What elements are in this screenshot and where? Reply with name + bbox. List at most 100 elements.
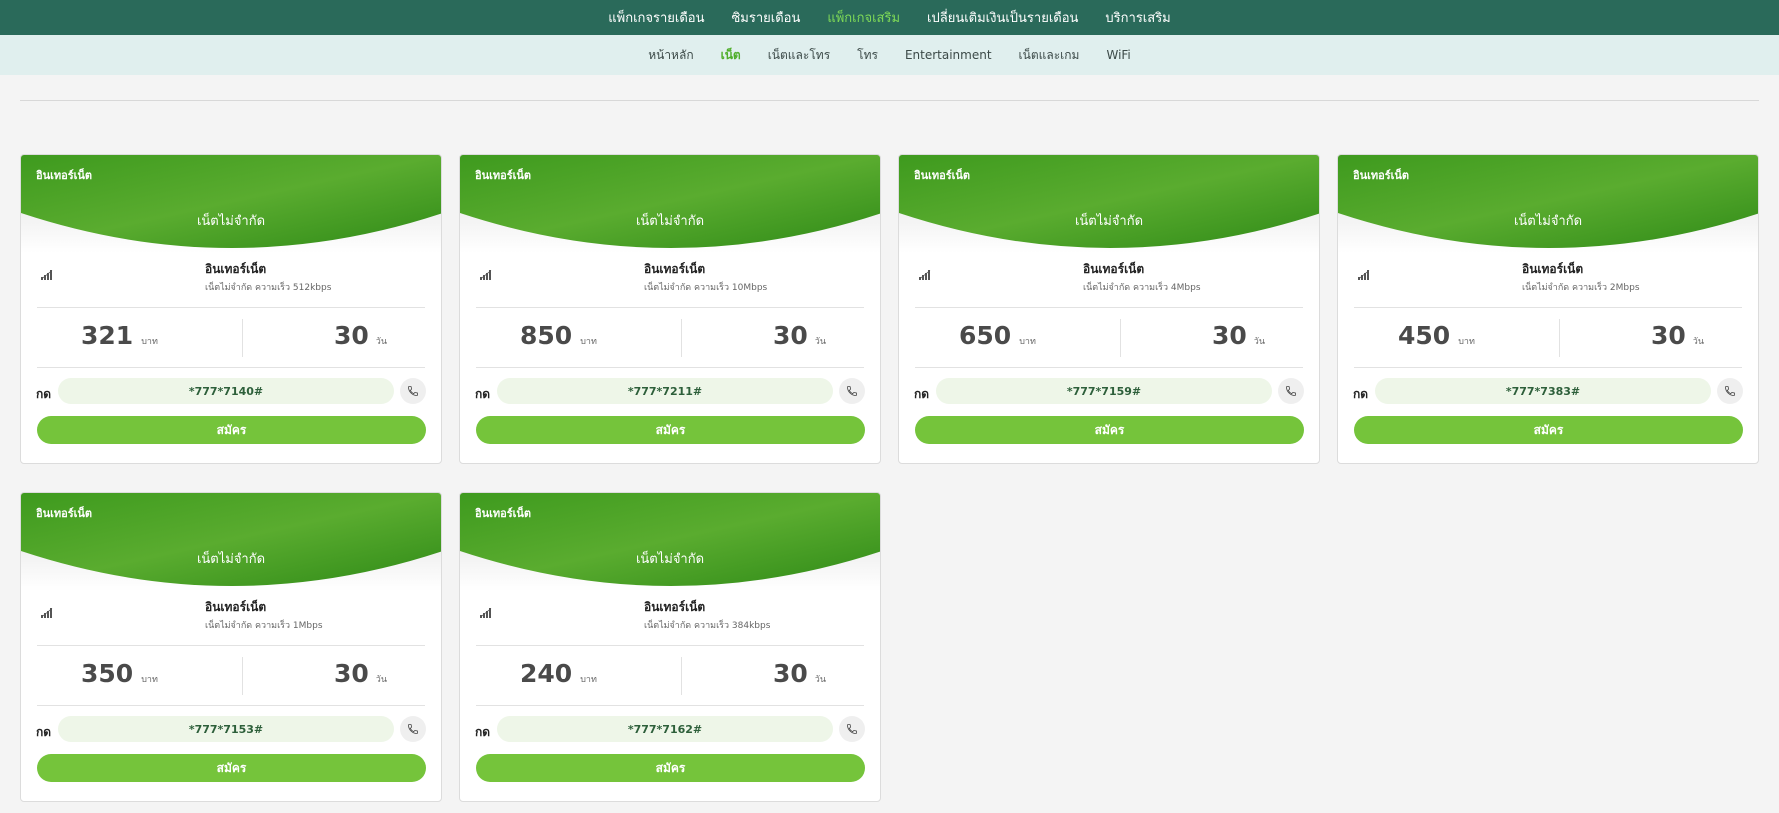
- divider: [242, 319, 243, 357]
- card-header: อินเทอร์เน็ต เน็ตไม่จำกัด: [21, 493, 441, 591]
- signup-button[interactable]: สมัคร: [37, 416, 426, 444]
- card-tag: อินเทอร์เน็ต: [914, 169, 971, 182]
- call-button[interactable]: [1278, 378, 1304, 404]
- divider: [476, 307, 864, 308]
- subnav-tab-2[interactable]: เน็ตและโทร: [768, 46, 830, 65]
- price: 350 บาท: [81, 659, 158, 688]
- signup-button[interactable]: สมัคร: [476, 416, 865, 444]
- validity-unit: วัน: [814, 337, 827, 347]
- divider: [37, 645, 425, 646]
- topnav-item-2[interactable]: แพ็กเกจเสริม: [827, 7, 900, 28]
- topnav-item-3[interactable]: เปลี่ยนเติมเงินเป็นรายเดือน: [927, 7, 1078, 28]
- dial-label: กด: [36, 387, 52, 401]
- plan-description: เน็ตไม่จำกัด ความเร็ว 384kbps: [644, 621, 771, 631]
- signup-button[interactable]: สมัคร: [37, 754, 426, 782]
- topnav-item-1[interactable]: ซิมรายเดือน: [731, 7, 800, 28]
- subnav-tab-0[interactable]: หน้าหลัก: [648, 46, 693, 65]
- plan-name: อินเทอร์เน็ต: [1522, 262, 1584, 276]
- validity: 30 วัน: [773, 321, 826, 350]
- package-grid: อินเทอร์เน็ต เน็ตไม่จำกัด อินเทอร์เน็ต เ…: [20, 154, 1760, 802]
- plan-description: เน็ตไม่จำกัด ความเร็ว 512kbps: [205, 283, 332, 293]
- validity-days: 30: [773, 659, 808, 688]
- ussd-code: *777*7153#: [58, 716, 394, 742]
- price-value: 321: [81, 321, 134, 350]
- validity-days: 30: [1212, 321, 1247, 350]
- validity: 30 วัน: [1212, 321, 1265, 350]
- validity: 30 วัน: [334, 659, 387, 688]
- price-unit: บาท: [141, 675, 158, 685]
- price-unit: บาท: [580, 337, 597, 347]
- call-button[interactable]: [1717, 378, 1743, 404]
- call-button[interactable]: [839, 378, 865, 404]
- subnav-tab-4[interactable]: Entertainment: [905, 48, 992, 62]
- plan-description: เน็ตไม่จำกัด ความเร็ว 4Mbps: [1083, 283, 1201, 293]
- dial-label: กด: [475, 387, 491, 401]
- plan-description: เน็ตไม่จำกัด ความเร็ว 1Mbps: [205, 621, 323, 631]
- card-title: เน็ตไม่จำกัด: [196, 214, 266, 229]
- top-nav: แพ็กเกจรายเดือน ซิมรายเดือน แพ็กเกจเสริม เป…: [0, 0, 1779, 35]
- plan-info: อินเทอร์เน็ต เน็ตไม่จำกัด ความเร็ว 384kb…: [476, 597, 864, 645]
- divider: [37, 307, 425, 308]
- plan-info: อินเทอร์เน็ต เน็ตไม่จำกัด ความเร็ว 10Mbp…: [476, 259, 864, 307]
- plan-name: อินเทอร์เน็ต: [205, 262, 267, 276]
- divider: [681, 319, 682, 357]
- signal-bars-icon: [1357, 265, 1370, 284]
- package-card: อินเทอร์เน็ต เน็ตไม่จำกัด อินเทอร์เน็ต เ…: [459, 154, 881, 464]
- ussd-code: *777*7162#: [497, 716, 833, 742]
- phone-icon: [1724, 382, 1736, 401]
- divider: [681, 657, 682, 695]
- plan-info: อินเทอร์เน็ต เน็ตไม่จำกัด ความเร็ว 1Mbps: [37, 597, 425, 645]
- signal-bars-icon: [479, 265, 492, 284]
- validity-days: 30: [773, 321, 808, 350]
- dial-label: กด: [914, 387, 930, 401]
- card-header: อินเทอร์เน็ต เน็ตไม่จำกัด: [21, 155, 441, 253]
- ussd-code: *777*7211#: [497, 378, 833, 404]
- divider: [476, 367, 864, 368]
- plan-info: อินเทอร์เน็ต เน็ตไม่จำกัด ความเร็ว 512kb…: [37, 259, 425, 307]
- plan-name: อินเทอร์เน็ต: [644, 262, 706, 276]
- phone-icon: [1285, 382, 1297, 401]
- card-title: เน็ตไม่จำกัด: [635, 214, 705, 229]
- subnav-tab-5[interactable]: เน็ตและเกม: [1019, 46, 1080, 65]
- card-tag: อินเทอร์เน็ต: [36, 507, 93, 520]
- subnav-tab-3[interactable]: โทร: [857, 46, 878, 65]
- plan-info: อินเทอร์เน็ต เน็ตไม่จำกัด ความเร็ว 2Mbps: [1354, 259, 1742, 307]
- validity-unit: วัน: [375, 675, 388, 685]
- phone-icon: [407, 382, 419, 401]
- card-tag: อินเทอร์เน็ต: [475, 169, 532, 182]
- phone-icon: [846, 382, 858, 401]
- signup-button[interactable]: สมัคร: [1354, 416, 1743, 444]
- signal-bars-icon: [40, 603, 53, 622]
- subnav-tab-1[interactable]: เน็ต: [721, 46, 741, 65]
- sub-nav: หน้าหลัก เน็ต เน็ตและโทร โทร Entertainment เน…: [0, 35, 1779, 75]
- price: 240 บาท: [520, 659, 597, 688]
- subnav-tab-6[interactable]: WiFi: [1106, 48, 1130, 62]
- divider: [476, 705, 864, 706]
- card-tag: อินเทอร์เน็ต: [475, 507, 532, 520]
- phone-icon: [407, 720, 419, 739]
- plan-name: อินเทอร์เน็ต: [205, 600, 267, 614]
- package-card: อินเทอร์เน็ต เน็ตไม่จำกัด อินเทอร์เน็ต เ…: [20, 154, 442, 464]
- topnav-item-0[interactable]: แพ็กเกจรายเดือน: [608, 7, 704, 28]
- price-unit: บาท: [580, 675, 597, 685]
- signup-button[interactable]: สมัคร: [476, 754, 865, 782]
- dial-label: กด: [1353, 387, 1369, 401]
- card-header: อินเทอร์เน็ต เน็ตไม่จำกัด: [460, 493, 880, 591]
- price-value: 240: [520, 659, 573, 688]
- topnav-item-4[interactable]: บริการเสริม: [1105, 7, 1170, 28]
- package-card: อินเทอร์เน็ต เน็ตไม่จำกัด อินเทอร์เน็ต เ…: [898, 154, 1320, 464]
- signup-button[interactable]: สมัคร: [915, 416, 1304, 444]
- call-button[interactable]: [839, 716, 865, 742]
- validity-unit: วัน: [1253, 337, 1266, 347]
- divider: [1354, 307, 1742, 308]
- divider: [915, 307, 1303, 308]
- card-tag: อินเทอร์เน็ต: [36, 169, 93, 182]
- card-title: เน็ตไม่จำกัด: [1074, 214, 1144, 229]
- ussd-code: *777*7140#: [58, 378, 394, 404]
- card-title: เน็ตไม่จำกัด: [635, 552, 705, 567]
- validity-unit: วัน: [1692, 337, 1705, 347]
- signal-bars-icon: [479, 603, 492, 622]
- dial-label: กด: [475, 725, 491, 739]
- call-button[interactable]: [400, 378, 426, 404]
- call-button[interactable]: [400, 716, 426, 742]
